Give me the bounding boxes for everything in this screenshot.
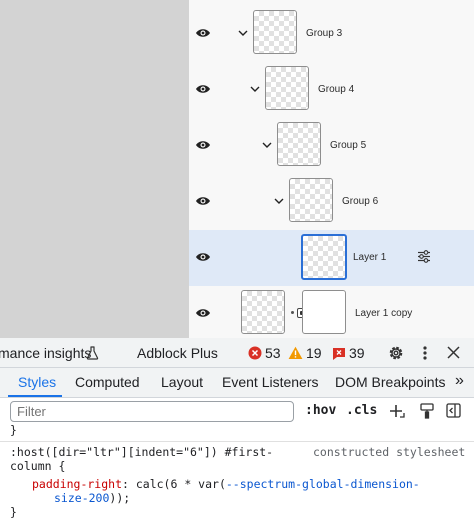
issues-count: 39 xyxy=(349,345,365,361)
layer-name: Group 6 xyxy=(342,196,379,207)
warning-count: 19 xyxy=(306,345,322,361)
layer-thumbnail xyxy=(253,10,297,54)
tabs-overflow-icon[interactable]: » xyxy=(455,372,464,390)
tab-layout[interactable]: Layout xyxy=(161,374,203,390)
flask-icon xyxy=(86,346,99,360)
hov-button[interactable]: :hov xyxy=(305,403,336,418)
layer-row-group-5[interactable]: Group 5 xyxy=(189,118,474,174)
declaration-continued[interactable]: size-200)); xyxy=(54,491,130,505)
paint-brush-icon[interactable] xyxy=(420,403,434,419)
layer-thumbnail xyxy=(277,122,321,166)
filter-input[interactable] xyxy=(10,401,294,422)
tab-computed[interactable]: Computed xyxy=(75,374,140,390)
layer-thumbnail xyxy=(289,178,333,222)
layer-thumbnail xyxy=(301,234,347,280)
layer-name: Group 4 xyxy=(318,84,355,95)
tab-adblock-plus[interactable]: Adblock Plus xyxy=(137,345,218,361)
layer-row-layer-1-copy[interactable]: Layer 1 copy xyxy=(189,286,474,338)
chevron-down-icon[interactable] xyxy=(250,85,260,93)
eye-icon[interactable] xyxy=(195,27,211,39)
layer-row-layer-1[interactable]: Layer 1 xyxy=(189,230,474,286)
eye-icon[interactable] xyxy=(195,307,211,319)
active-tab-indicator xyxy=(8,395,62,397)
issues-icon[interactable] xyxy=(332,347,346,360)
toggle-sidebar-icon[interactable] xyxy=(446,403,461,418)
warning-icon[interactable] xyxy=(288,346,303,360)
layer-thumbnail xyxy=(265,66,309,110)
cls-button[interactable]: .cls xyxy=(346,403,377,418)
error-icon[interactable] xyxy=(248,346,262,360)
app-area: Group 3 Group 4 Group 5 Group 6 Layer 1 … xyxy=(0,0,474,338)
sliders-icon[interactable] xyxy=(417,250,431,263)
previous-rule-brace: } xyxy=(10,423,17,437)
value-suffix[interactable]: )); xyxy=(109,491,130,505)
rule-selector-continued[interactable]: column { xyxy=(10,459,65,473)
layer-row-group-6[interactable]: Group 6 xyxy=(189,174,474,230)
gear-icon[interactable] xyxy=(387,344,405,362)
mask-thumbnail xyxy=(302,290,346,334)
chevron-down-icon[interactable] xyxy=(274,197,284,205)
tab-event-listeners[interactable]: Event Listeners xyxy=(222,374,319,390)
eye-icon[interactable] xyxy=(195,195,211,207)
eye-icon[interactable] xyxy=(195,83,211,95)
layer-name: Group 5 xyxy=(330,140,367,151)
new-style-rule-icon[interactable] xyxy=(388,403,406,421)
rule-closing-brace: } xyxy=(10,505,17,519)
eye-icon[interactable] xyxy=(195,139,211,151)
close-icon[interactable] xyxy=(447,346,460,359)
declaration-padding-right[interactable]: padding-right: calc(6 * var(--spectrum-g… xyxy=(32,477,420,491)
layer-name: Group 3 xyxy=(306,28,343,39)
tab-styles[interactable]: Styles xyxy=(18,374,56,390)
layers-panel: Group 3 Group 4 Group 5 Group 6 Layer 1 … xyxy=(189,0,474,338)
layer-name: Layer 1 copy xyxy=(355,308,413,319)
eye-icon[interactable] xyxy=(195,251,211,263)
more-vertical-icon[interactable] xyxy=(422,345,428,361)
layer-name: Layer 1 xyxy=(353,252,387,263)
link-dot xyxy=(291,311,294,314)
layer-row-group-4[interactable]: Group 4 xyxy=(189,62,474,118)
rule-selector[interactable]: :host([dir="ltr"][indent="6"]) #first- xyxy=(10,445,273,459)
tab-dom-breakpoints[interactable]: DOM Breakpoints xyxy=(335,374,445,390)
layer-row-group-3[interactable]: Group 3 xyxy=(189,6,474,62)
css-variable-name-continued[interactable]: size-200 xyxy=(54,491,109,505)
canvas-area[interactable] xyxy=(0,0,189,338)
layer-thumbnail xyxy=(241,290,285,334)
error-count: 53 xyxy=(265,345,281,361)
styles-pane-tabs: Styles Computed Layout Event Listeners D… xyxy=(0,368,474,398)
styles-toolbar: :hov .cls xyxy=(0,398,474,426)
rule-source-link[interactable]: constructed stylesheet xyxy=(313,445,465,459)
chevron-down-icon[interactable] xyxy=(262,141,272,149)
tab-performance-insights[interactable]: mance insights xyxy=(0,345,91,361)
value-prefix[interactable]: : calc(6 * var( xyxy=(122,477,226,491)
property-name[interactable]: padding-right xyxy=(32,477,122,491)
chevron-down-icon[interactable] xyxy=(238,29,248,37)
css-variable-name[interactable]: --spectrum-global-dimension- xyxy=(226,477,420,491)
devtools-topbar: mance insights Adblock Plus 53 19 39 xyxy=(0,338,474,368)
rule-separator xyxy=(0,441,474,442)
